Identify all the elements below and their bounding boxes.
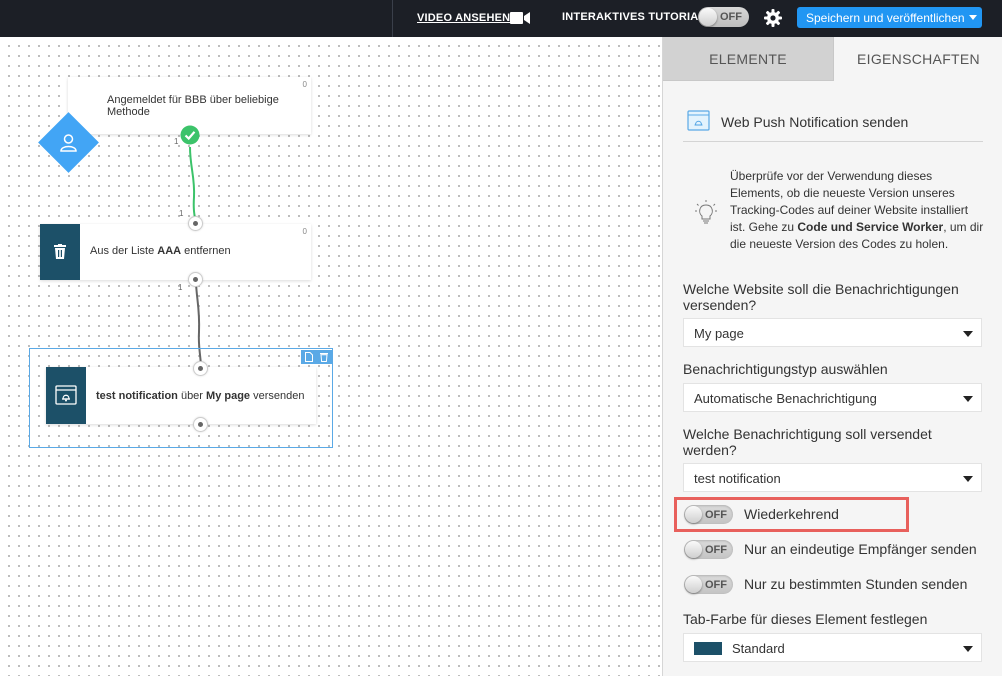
tab-elements[interactable]: ELEMENTE [663,37,833,81]
trigger-node-text: Angemeldet für BBB über beliebige Method… [107,94,279,118]
toggle-knob [685,506,702,523]
recurring-toggle[interactable]: OFF [684,505,733,524]
tutorial-toggle[interactable]: OFF [698,7,749,27]
web-push-node[interactable]: test notification über My page versenden [46,367,316,424]
web-push-node-text: test notification über My page versenden [96,390,305,402]
tutorial-label: INTERAKTIVES TUTORIAL [562,11,706,23]
out-port-label: 1 [174,137,179,146]
website-select[interactable]: My page [683,318,982,347]
top-bar: VIDEO ANSEHEN INTERAKTIVES TUTORIAL OFF … [0,0,1002,37]
node-tools [301,350,332,364]
video-link[interactable]: VIDEO ANSEHEN [417,12,510,24]
workflow-canvas[interactable]: Angemeldet für BBB über beliebige Method… [0,37,662,676]
video-camera-icon[interactable] [510,11,530,25]
recurring-label: Wiederkehrend [744,506,839,522]
check-icon [180,125,200,145]
panel-title: Web Push Notification senden [721,114,909,130]
top-bar-divider [392,0,393,37]
toggle-state: OFF [705,509,727,521]
unique-recipients-label: Nur an eindeutige Empfänger senden [744,541,977,557]
remove-node-text: Aus der Liste AAA entfernen [90,245,231,257]
node-icon-bar [40,224,80,280]
toggle-knob [685,576,702,593]
tab-properties[interactable]: EIGENSCHAFTEN [833,37,1002,81]
tab-color-value: Standard [732,641,785,656]
in-port-label: 1 [179,209,184,218]
caret-down-icon[interactable] [969,15,977,20]
in-port[interactable] [193,361,208,376]
specific-hours-label: Nur zu bestimmten Stunden senden [744,576,968,592]
node-icon-bar [46,367,86,424]
save-publish-button[interactable]: Speichern und veröffentlichen [797,7,982,28]
caret-down-icon [963,476,973,482]
out-port[interactable] [188,272,203,287]
caret-down-icon [963,646,973,652]
color-swatch [694,642,722,655]
browser-bell-icon [687,110,710,131]
node-count: 0 [302,227,307,236]
caret-down-icon [963,396,973,402]
divider [683,141,983,142]
toggle-knob [685,541,702,558]
notification-type-value: Automatische Benachrichtigung [694,391,877,406]
notification-type-select[interactable]: Automatische Benachrichtigung [683,383,982,412]
browser-bell-icon [55,385,77,405]
notification-select[interactable]: test notification [683,463,982,492]
remove-from-list-node[interactable]: Aus der Liste AAA entfernen 0 [40,224,311,280]
toggle-state: OFF [720,11,742,23]
copy-icon[interactable] [304,352,314,362]
notification-label: Welche Benachrichtigung soll versendet w… [683,426,932,458]
tab-color-select[interactable]: Standard [683,633,982,662]
tab-color-label: Tab-Farbe für dieses Element festlegen [683,611,928,627]
trash-icon[interactable] [319,352,329,362]
website-label: Welche Website soll die Benachrichtigung… [683,281,959,313]
out-port[interactable] [193,417,208,432]
unique-recipients-toggle[interactable]: OFF [684,540,733,559]
gear-icon[interactable] [763,8,783,28]
lightbulb-icon [695,200,717,224]
info-text: Überprüfe vor der Verwendung dieses Elem… [730,169,984,251]
user-icon [60,134,77,152]
out-port-label: 1 [178,283,183,292]
website-select-value: My page [694,326,744,341]
toggle-state: OFF [705,579,727,591]
notification-select-value: test notification [694,471,781,486]
link-green [189,146,197,225]
properties-panel: ELEMENTE EIGENSCHAFTEN Web Push Notifica… [662,37,1002,676]
toggle-state: OFF [705,544,727,556]
trash-icon [54,244,66,259]
caret-down-icon [963,331,973,337]
notification-type-label: Benachrichtigungstyp auswählen [683,361,888,377]
save-publish-label: Speichern und veröffentlichen [806,11,965,25]
node-count: 0 [302,80,307,89]
specific-hours-toggle[interactable]: OFF [684,575,733,594]
in-port[interactable] [188,216,203,231]
toggle-knob [699,8,717,26]
